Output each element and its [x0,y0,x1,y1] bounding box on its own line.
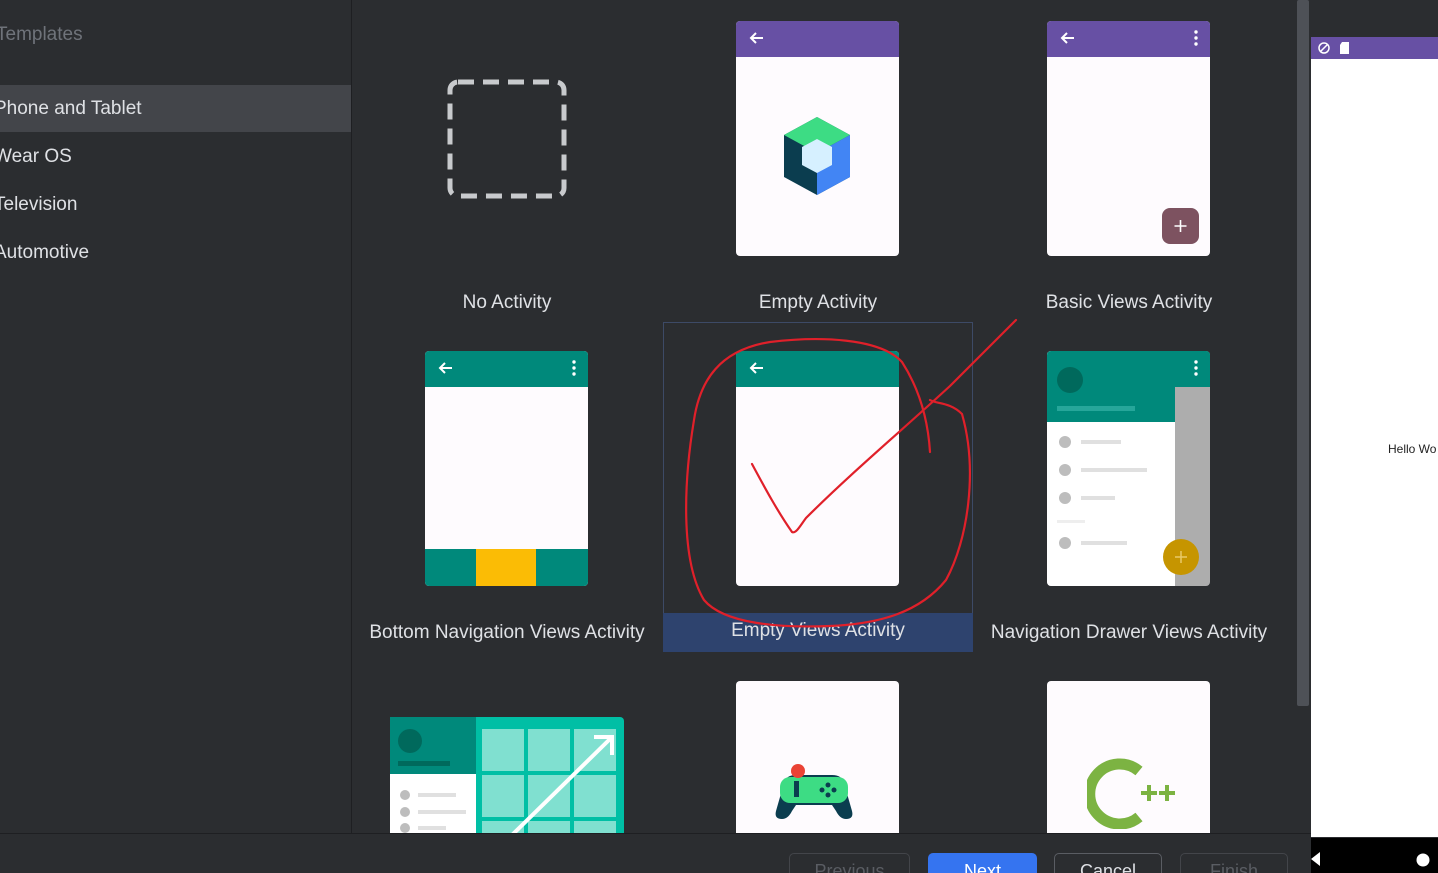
template-card-empty-activity[interactable]: Empty Activity [663,0,973,322]
template-label: Basic Views Activity [1045,292,1213,313]
finish-button[interactable]: Finish [1180,853,1288,873]
game-controller-icon [775,764,853,819]
wizard-footer: Previous Next Cancel Finish [0,833,1311,873]
status-target-icon [1318,42,1330,54]
phone-mockup [425,351,588,586]
back-arrow-icon [1060,32,1074,44]
fab-add-icon [1163,539,1199,575]
bottom-navigation-bar [425,549,588,586]
previous-button[interactable]: Previous [789,853,910,873]
phone-mockup [736,351,899,586]
phone-mockup [1047,681,1210,833]
template-label: Bottom Navigation Views Activity [369,622,645,643]
jetpack-compose-icon [784,117,850,195]
avatar [1057,367,1083,393]
template-card-no-activity[interactable]: No Activity [352,0,662,322]
sidebar-item-automotive[interactable]: Automotive [0,229,351,276]
responsive-layout-icon [390,717,624,833]
template-card-game-activity[interactable] [663,652,973,833]
sidebar-item-television[interactable]: Television [0,181,351,228]
status-sd-card-icon [1340,42,1349,54]
template-label: Empty Activity [758,292,878,313]
more-vert-icon [1194,30,1198,46]
template-label: No Activity [462,292,552,313]
drawer-header-line [1057,406,1135,411]
phone-mockup [736,681,899,833]
more-vert-icon [1194,360,1198,376]
nav-home-icon [1416,853,1430,867]
phone-mockup [736,21,899,256]
bottom-nav-selected-item [476,549,536,586]
template-card-responsive-views-activity[interactable] [352,652,662,833]
template-preview-panel: Hello Wo [1311,0,1438,873]
template-card-empty-views-activity[interactable]: Empty Views Activity [663,322,973,652]
template-category-sidebar: Templates Phone and Tablet Wear OS Telev… [0,0,351,833]
preview-hello-text: Hello Wo [1388,442,1437,456]
preview-navigation-bar [1311,838,1438,873]
sidebar-item-phone-and-tablet[interactable]: Phone and Tablet [0,85,351,132]
template-grid: No Activity Empty Activity Basic Views A… [352,0,1296,833]
cancel-button[interactable]: Cancel [1054,853,1162,873]
cpp-logo-icon [1087,758,1175,829]
preview-screen [1311,37,1438,837]
phone-mockup [1047,351,1210,586]
navigation-drawer [1047,351,1175,586]
dashed-frame-icon [447,79,567,199]
back-arrow-icon [438,362,452,374]
next-button[interactable]: Next [928,853,1037,873]
fab-add-icon [1162,208,1199,244]
preview-status-bar [1311,37,1438,59]
nav-back-icon [1311,852,1320,866]
phone-mockup [1047,21,1210,256]
back-arrow-icon [749,362,763,374]
template-card-navigation-drawer-views-activity[interactable]: Navigation Drawer Views Activity [974,322,1284,652]
more-vert-icon [572,360,576,376]
templates-heading: Templates [0,24,83,45]
drawer-menu-list [1057,436,1147,549]
template-card-native-cpp[interactable] [974,652,1284,833]
vertical-scrollbar[interactable] [1297,0,1309,706]
sidebar-item-wear-os[interactable]: Wear OS [0,133,351,180]
back-arrow-icon [749,32,763,44]
template-card-basic-views-activity[interactable]: Basic Views Activity [974,0,1284,322]
drawer-header [1047,351,1175,422]
template-card-bottom-navigation-views-activity[interactable]: Bottom Navigation Views Activity [352,322,662,652]
template-label: Empty Views Activity [731,620,905,641]
template-label: Navigation Drawer Views Activity [990,622,1268,643]
